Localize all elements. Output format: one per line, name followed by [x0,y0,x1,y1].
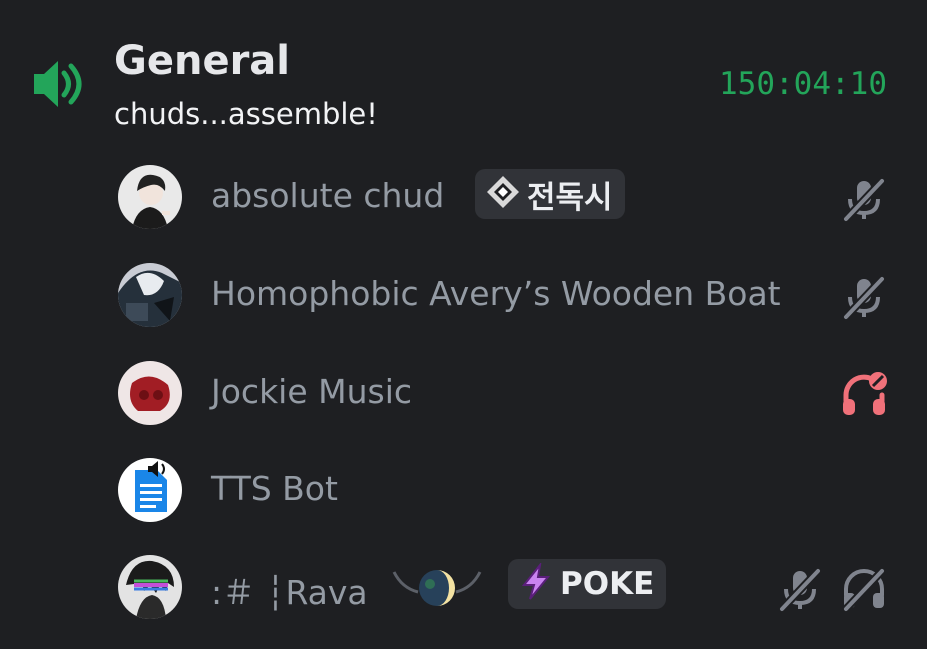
elapsed-timer: 150:04:10 [719,66,887,102]
diamond-sparkle-icon [485,174,521,214]
avatar [118,458,182,522]
voice-member[interactable]: Jockie Music [118,359,898,427]
speaker-icon [30,57,86,111]
member-name: :＃ ┆Rava [211,573,368,612]
avatar [118,555,182,619]
muted-microphone-icon [840,273,888,321]
voice-member[interactable]: Homophobic Avery’s Wooden Boat [118,261,898,329]
deafened-headphones-icon [840,565,888,613]
member-name: Jockie Music [211,372,413,411]
voice-member[interactable]: absolute chud 전독시 [118,163,898,231]
member-name: Homophobic Avery’s Wooden Boat [211,274,781,313]
member-name: absolute chud [211,176,445,215]
member-name: TTS Bot [211,469,338,508]
server-tag[interactable]: POKE [508,559,667,609]
voice-member[interactable]: TTS Bot [118,456,898,524]
lightning-bolt-icon [518,561,554,605]
avatar [118,361,182,425]
channel-status: chuds...assemble! [114,97,378,131]
voice-member[interactable]: :＃ ┆Rava POKE [118,553,898,621]
deafened-headphones-icon [840,371,888,419]
avatar [118,263,182,327]
muted-microphone-icon [776,565,824,613]
moon-wings-icon [390,566,484,614]
tag-label: 전독시 [527,179,613,216]
channel-name[interactable]: General [114,38,290,84]
tag-label: POKE [560,566,655,602]
server-tag[interactable]: 전독시 [475,169,625,219]
avatar [118,165,182,229]
muted-microphone-icon [840,175,888,223]
voice-channel-panel: General chuds...assemble! 150:04:10 abso… [0,0,927,649]
